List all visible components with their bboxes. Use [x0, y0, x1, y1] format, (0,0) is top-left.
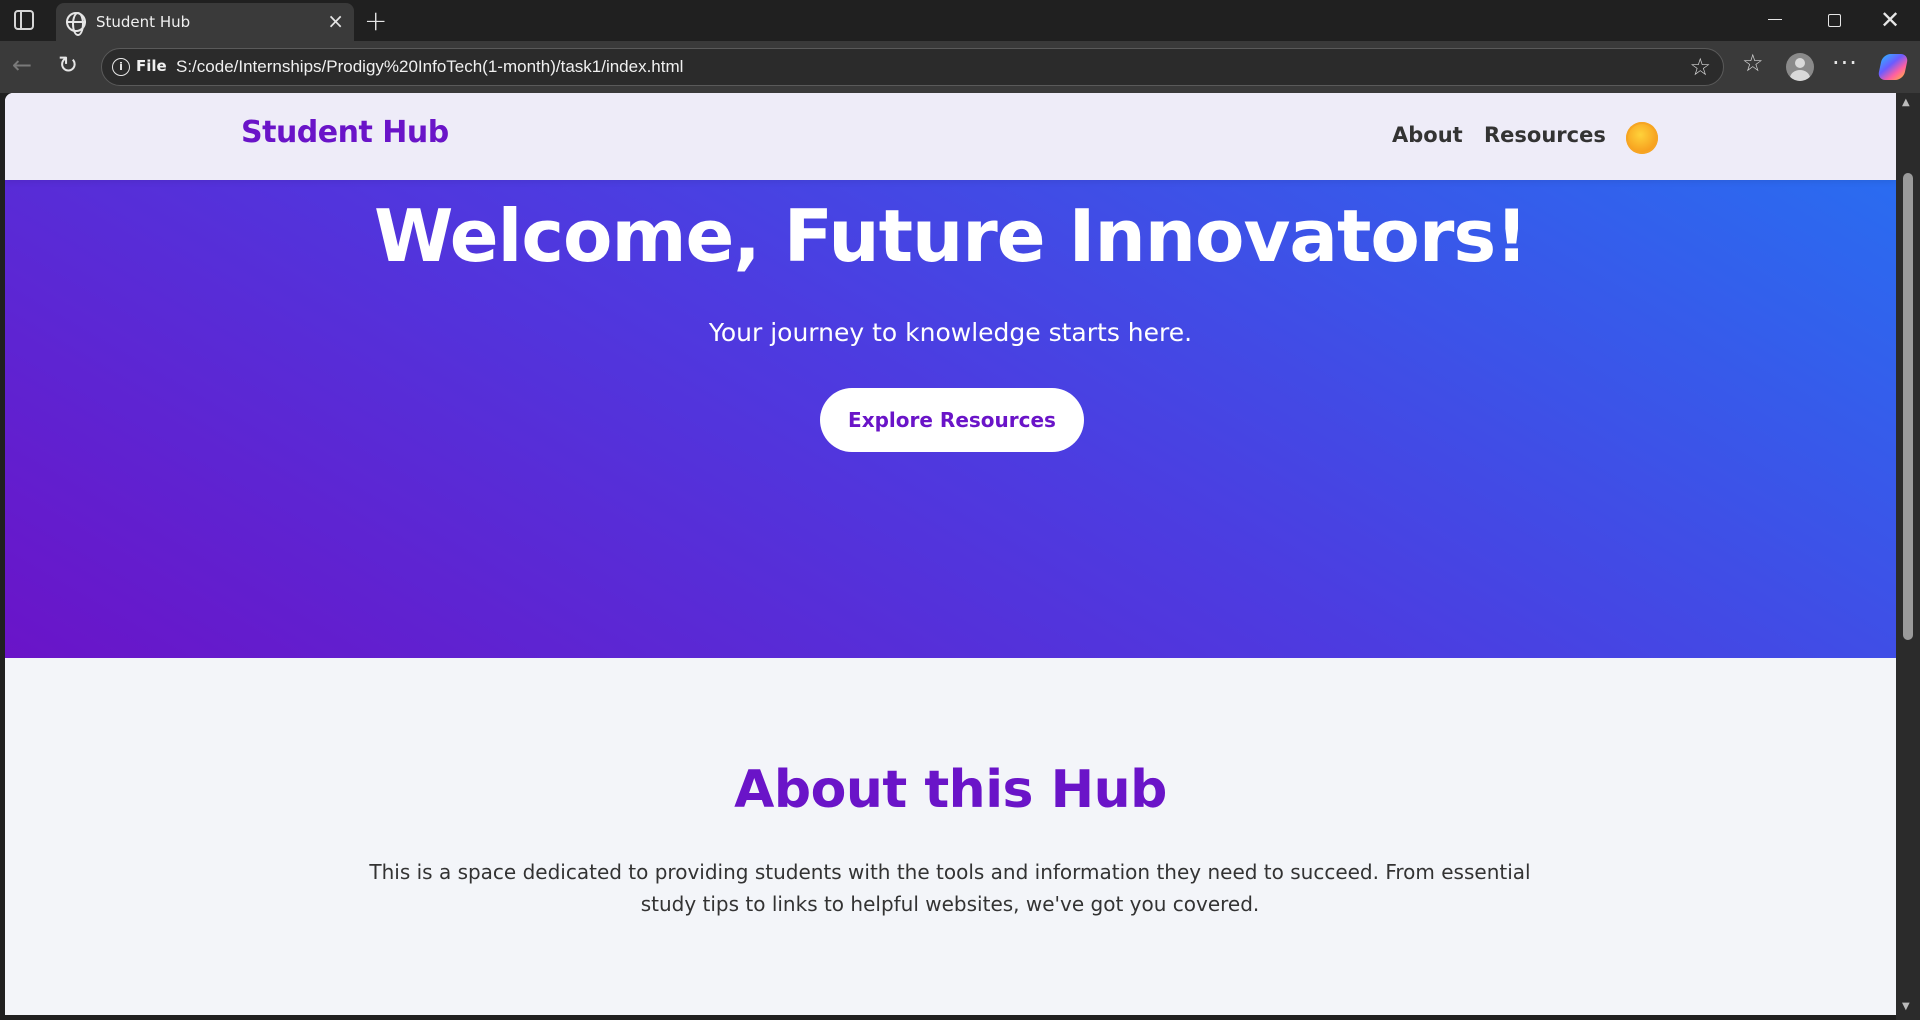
- minimize-icon[interactable]: [1768, 19, 1782, 20]
- browser-tab[interactable]: Student Hub ×: [56, 3, 354, 41]
- url-text[interactable]: S:/code/Internships/Prodigy%20InfoTech(1…: [176, 57, 683, 77]
- file-label: File: [136, 57, 167, 75]
- info-icon[interactable]: i: [112, 58, 130, 76]
- address-bar[interactable]: i File S:/code/Internships/Prodigy%20Inf…: [101, 48, 1724, 86]
- site-logo[interactable]: Student Hub: [241, 115, 449, 150]
- more-icon[interactable]: ···: [1832, 49, 1858, 77]
- scrollbar[interactable]: ▲ ▼: [1896, 93, 1920, 1020]
- nav-resources-link[interactable]: Resources: [1484, 123, 1606, 147]
- sun-icon[interactable]: [1626, 122, 1658, 154]
- scroll-down-icon[interactable]: ▼: [1902, 1001, 1910, 1012]
- sidebar-toggle-icon[interactable]: [14, 10, 34, 30]
- explore-resources-button[interactable]: Explore Resources: [820, 388, 1084, 452]
- scroll-thumb[interactable]: [1903, 173, 1913, 640]
- page-viewport: Student Hub About Resources Welcome, Fut…: [5, 93, 1896, 1015]
- back-icon[interactable]: ←: [12, 51, 32, 79]
- tab-title: Student Hub: [96, 13, 191, 31]
- about-title: About this Hub: [734, 760, 1167, 820]
- reload-icon[interactable]: ↻: [58, 51, 78, 79]
- close-tab-icon[interactable]: ×: [327, 9, 344, 33]
- hero-subtitle: Your journey to knowledge starts here.: [708, 318, 1193, 347]
- nav-about-link[interactable]: About: [1392, 123, 1463, 147]
- hero-section: Welcome, Future Innovators! Your journey…: [5, 180, 1896, 658]
- restore-icon[interactable]: [1828, 14, 1841, 27]
- browser-tab-bar: Student Hub × + ✕: [0, 0, 1920, 41]
- globe-icon: [66, 12, 86, 36]
- scroll-up-icon[interactable]: ▲: [1902, 97, 1910, 108]
- about-text: This is a space dedicated to providing s…: [369, 860, 1531, 916]
- favorites-icon[interactable]: ☆: [1742, 49, 1764, 77]
- new-tab-icon[interactable]: +: [364, 4, 387, 37]
- close-window-icon[interactable]: ✕: [1880, 6, 1900, 34]
- profile-icon[interactable]: [1786, 53, 1814, 81]
- site-header: Student Hub About Resources: [5, 93, 1896, 180]
- star-icon[interactable]: ☆: [1689, 53, 1711, 81]
- hero-title: Welcome, Future Innovators!: [373, 194, 1528, 278]
- about-section: About this Hub This is a space dedicated…: [5, 658, 1896, 1015]
- browser-toolbar: ← ↻ i File S:/code/Internships/Prodigy%2…: [0, 41, 1920, 93]
